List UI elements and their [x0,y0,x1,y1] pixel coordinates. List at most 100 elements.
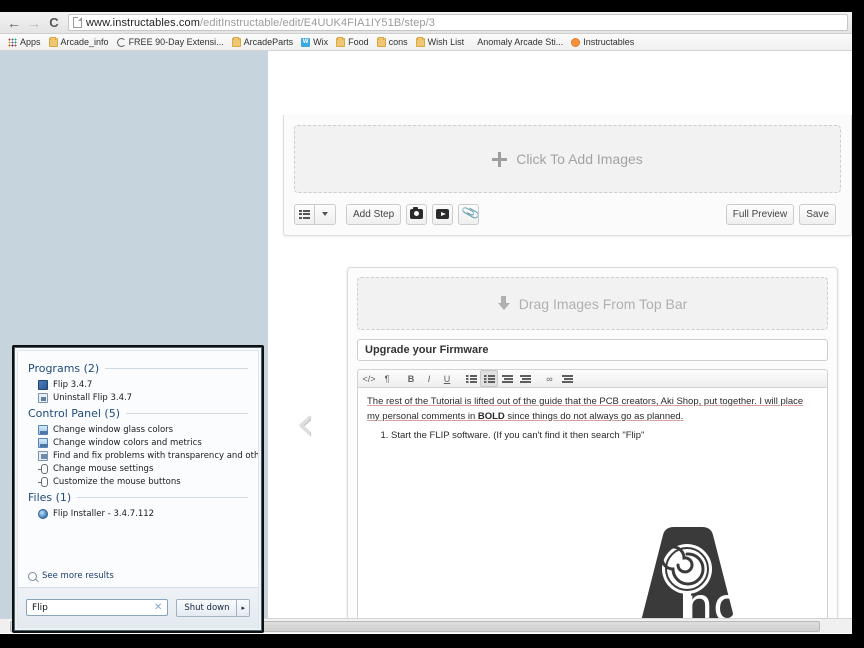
result-item-glass-colors[interactable]: Change window glass colors [28,423,248,436]
step-list-dropdown-button[interactable] [315,203,336,225]
save-button[interactable]: Save [799,203,836,225]
chevron-left-icon[interactable]: ‹ [296,400,324,449]
g-circle-icon [116,37,126,47]
page-info-icon [73,17,82,28]
camera-icon [410,207,424,219]
folder-icon [231,36,241,47]
result-label: Change window colors and metrics [53,437,202,448]
align-button[interactable] [558,370,576,387]
reload-icon[interactable]: C [44,14,64,32]
start-search-input[interactable]: Flip ✕ [26,599,169,616]
see-more-results-link[interactable]: See more results [28,571,114,581]
ordered-list-button[interactable] [480,370,498,387]
bullet-list-icon [465,374,477,383]
paragraph-button[interactable]: ¶ [378,370,396,387]
bookmark-label: Arcade_info [60,36,109,47]
result-item-mouse-settings[interactable]: Change mouse settings [28,462,248,475]
instructables-icon [571,37,581,47]
folder-icon [415,36,425,47]
add-attachment-button[interactable]: 📎 [458,203,481,225]
bookmark-label: Wish List [427,36,465,47]
section-rule [105,368,248,369]
mouse-icon [38,463,48,474]
folder-icon [48,36,58,47]
start-menu-inner: Programs (2) Flip 3.4.7 Uninstall Flip 3… [17,350,259,628]
see-more-label: See more results [42,571,114,581]
bookmark-wix[interactable]: W Wix [298,37,331,48]
source-code-button[interactable]: </> [360,370,378,387]
step-title-input[interactable]: Upgrade your Firmware [357,339,828,361]
section-header-programs: Programs (2) [28,362,248,375]
video-icon [436,209,450,219]
drag-images-dropzone[interactable]: Drag Images From Top Bar [357,277,828,330]
underline-button[interactable]: U [438,370,456,387]
bookmark-anomaly-arcade[interactable]: Anomaly Arcade Sti... [469,37,566,48]
clear-x-icon[interactable]: ✕ [154,602,162,613]
bookmark-arcade-info[interactable]: Arcade_info [46,36,112,48]
screen: ← → C www.instructables.com/editInstruct… [0,0,864,648]
uninstall-icon [38,392,48,403]
chevron-right-icon[interactable]: ▸ [236,599,249,616]
bookmark-cons[interactable]: cons [374,36,411,48]
mouse-icon [38,476,48,487]
back-icon[interactable]: ← [4,14,24,32]
shutdown-label: Shut down [184,602,230,613]
bookmark-food[interactable]: Food [333,36,372,48]
magnifier-icon [28,571,37,581]
search-results-list: Programs (2) Flip 3.4.7 Uninstall Flip 3… [18,351,258,583]
bookmark-label: Apps [20,36,41,47]
result-label: Uninstall Flip 3.4.7 [53,392,133,403]
step-editor-card: Drag Images From Top Bar Upgrade your Fi… [347,267,838,633]
result-item-uninstall-flip[interactable]: Uninstall Flip 3.4.7 [28,391,248,404]
align-left-icon [561,374,573,383]
bookmark-wish-list[interactable]: Wish List [413,36,468,48]
step-body-editor[interactable]: The rest of the Tutorial is lifted out o… [357,388,828,633]
search-value: Flip [32,602,48,613]
bookmark-label: Instructables [583,36,635,47]
result-label: Find and fix problems with transparency … [53,450,258,461]
result-label: Customize the mouse buttons [53,476,181,487]
bookmark-label: Anomaly Arcade Sti... [477,36,564,47]
bookmark-free-extension[interactable]: FREE 90-Day Extensi... [114,37,227,48]
bookmark-apps[interactable]: Apps [5,37,44,48]
plus-icon [492,151,508,167]
url-path: /editInstructable/edit/E4UUK4FIA1IY51B/s… [199,16,436,29]
result-item-colors-metrics[interactable]: Change window colors and metrics [28,436,248,449]
url-domain: www.instructables.com [86,16,200,29]
add-photo-button[interactable] [406,203,428,225]
control-panel-icon [38,437,48,448]
outdent-button[interactable] [498,370,516,387]
body-paragraph: The rest of the Tutorial is lifted out o… [367,395,818,424]
link-button[interactable]: ∞ [540,370,558,387]
italic-button[interactable]: I [420,370,438,387]
start-menu-search-panel: Programs (2) Flip 3.4.7 Uninstall Flip 3… [12,345,264,633]
result-item-flip-installer[interactable]: Flip Installer - 3.4.7.112 [28,507,248,520]
bookmarks-bar: Apps Arcade_info FREE 90-Day Extensi... … [0,34,852,51]
troubleshoot-icon [38,450,48,461]
section-title: Programs (2) [28,362,100,375]
address-bar[interactable]: www.instructables.com/editInstructable/e… [68,14,848,31]
dropzone-label: Click To Add Images [516,151,643,167]
section-header-files: Files (1) [28,491,248,504]
click-to-add-images-dropzone[interactable]: Click To Add Images [294,125,841,193]
full-preview-button[interactable]: Full Preview [725,203,795,225]
bookmark-arcadeparts[interactable]: ArcadeParts [229,36,297,48]
forward-icon[interactable]: → [24,14,44,32]
bookmark-label: FREE 90-Day Extensi... [128,36,224,47]
section-rule [77,497,248,498]
folder-icon [376,36,386,47]
bookmark-instructables[interactable]: Instructables [568,37,637,48]
result-item-flip[interactable]: Flip 3.4.7 [28,378,248,391]
result-item-mouse-buttons[interactable]: Customize the mouse buttons [28,475,248,488]
section-title: Control Panel (5) [28,407,121,420]
add-video-button[interactable] [432,203,454,225]
start-menu-footer: Flip ✕ Shut down ▸ [18,587,258,627]
indent-button[interactable] [516,370,534,387]
shutdown-button[interactable]: Shut down ▸ [176,598,250,617]
result-item-transparency-troubleshoot[interactable]: Find and fix problems with transparency … [28,449,258,462]
add-step-button[interactable]: Add Step [346,203,402,225]
step-list-button[interactable] [294,203,315,225]
unordered-list-button[interactable] [462,370,480,387]
bold-button[interactable]: B [402,370,420,387]
apps-grid-icon [8,37,17,47]
